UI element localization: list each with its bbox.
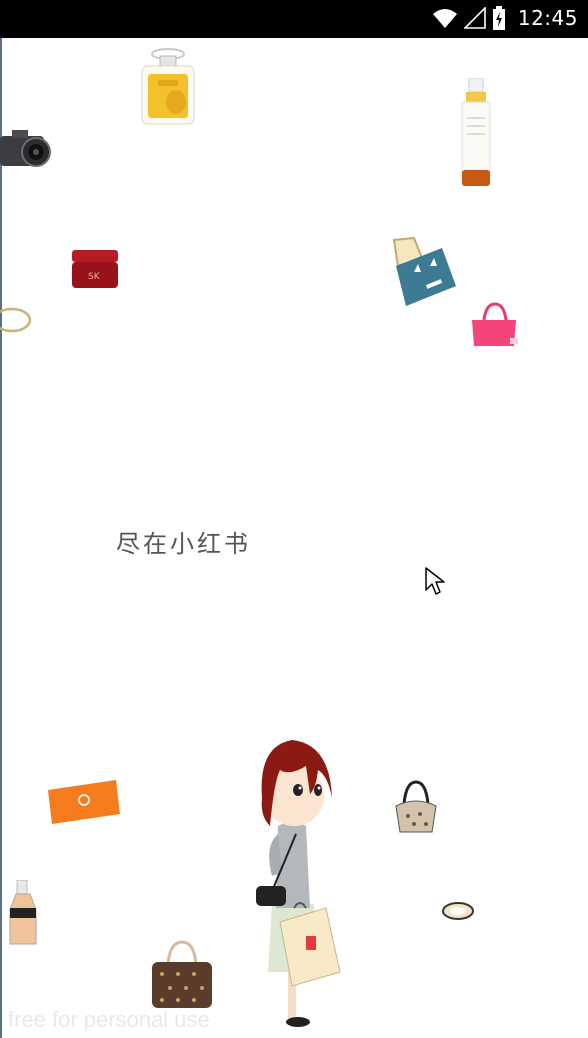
status-bar: 12:45 (0, 0, 588, 38)
ring-illustration (442, 902, 474, 920)
bracelet-illustration (0, 307, 32, 333)
watermark-text: free for personal use (8, 1007, 210, 1032)
cream-jar-illustration: SK (72, 250, 118, 288)
cell-signal-icon (463, 7, 486, 29)
wifi-icon (432, 9, 457, 28)
battery-icon (492, 6, 505, 30)
foundation-bottle-illustration (9, 880, 37, 945)
camera-illustration (0, 130, 51, 167)
splash-slogan: 尽在小红书 (116, 530, 251, 558)
mouse-pointer-icon (425, 567, 445, 595)
svg-text:SK: SK (88, 272, 101, 282)
orange-clutch-illustration (48, 780, 120, 824)
perfume-bottle-illustration (141, 48, 195, 125)
status-icons: 12:45 (432, 6, 578, 30)
pink-handbag-illustration (472, 302, 518, 346)
shoulder-bag-illustration (395, 780, 437, 833)
shopping-bag-illustration (392, 236, 456, 306)
clock: 12:45 (517, 6, 578, 30)
brown-handbag-illustration (152, 940, 212, 1008)
serum-bottle-illustration (461, 78, 491, 186)
girl-illustration (256, 740, 341, 1027)
